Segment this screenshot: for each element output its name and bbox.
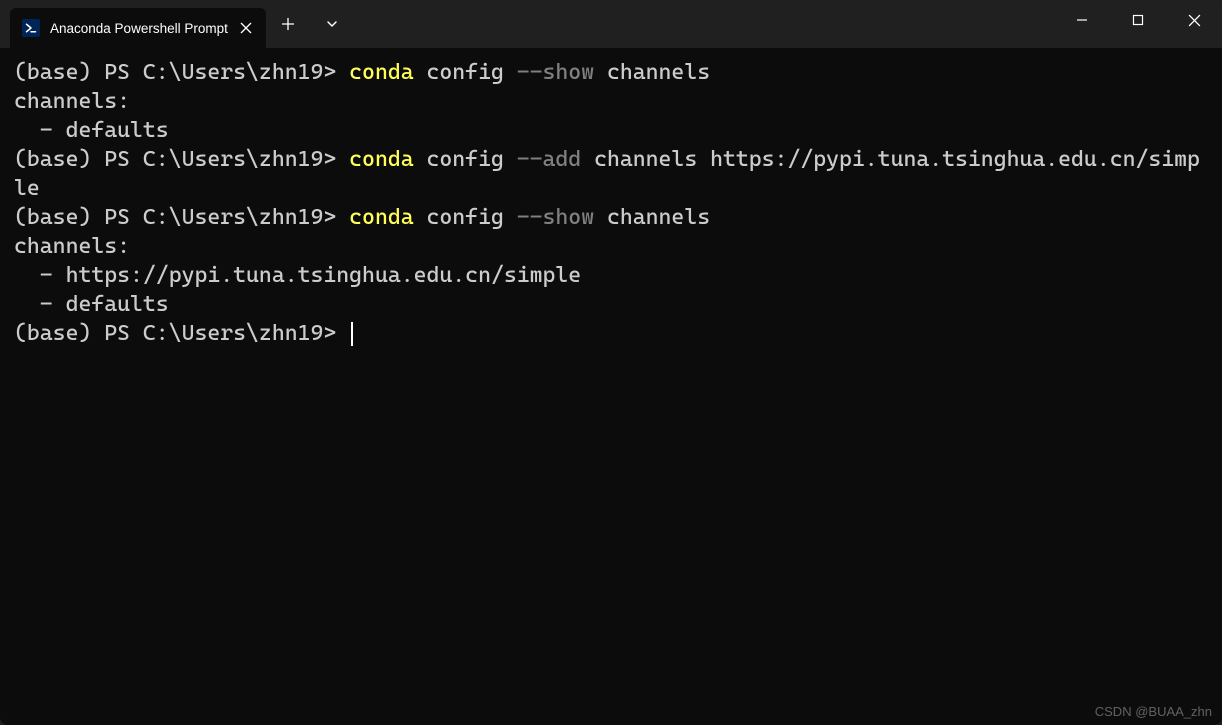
close-window-button[interactable] (1166, 0, 1222, 40)
tab-strip: Anaconda Powershell Prompt (0, 0, 266, 48)
terminal-line: (base) PS C:\Users\zhn19> conda config -… (14, 203, 1208, 232)
prompt: (base) PS C:\Users\zhn19> (14, 205, 349, 230)
titlebar: Anaconda Powershell Prompt (0, 0, 1222, 48)
command-token: conda (349, 147, 413, 172)
prompt: (base) PS C:\Users\zhn19> (14, 321, 349, 346)
command-token (414, 205, 427, 230)
command-token (504, 205, 517, 230)
titlebar-drag-region[interactable] (354, 0, 1054, 48)
new-tab-button[interactable] (266, 0, 310, 48)
command-token: channels (607, 205, 710, 230)
window-controls (1054, 0, 1222, 48)
prompt: (base) PS C:\Users\zhn19> (14, 147, 349, 172)
command-token: config (427, 147, 504, 172)
tab-active[interactable]: Anaconda Powershell Prompt (10, 8, 266, 48)
command-token: --show (517, 60, 594, 85)
command-token: --add (517, 147, 581, 172)
command-token: config (427, 205, 504, 230)
close-tab-button[interactable] (238, 20, 254, 36)
terminal-window: Anaconda Powershell Prompt (base) P (0, 0, 1222, 725)
cursor (351, 322, 353, 346)
command-token (504, 60, 517, 85)
command-token: conda (349, 60, 413, 85)
command-token (594, 60, 607, 85)
terminal-line: (base) PS C:\Users\zhn19> conda config -… (14, 58, 1208, 87)
terminal-line: channels: (14, 87, 1208, 116)
command-token: conda (349, 205, 413, 230)
terminal-line: (base) PS C:\Users\zhn19> (14, 319, 1208, 348)
terminal-line: channels: (14, 232, 1208, 261)
terminal-line: (base) PS C:\Users\zhn19> conda config -… (14, 145, 1208, 203)
command-token (414, 60, 427, 85)
tab-dropdown-button[interactable] (310, 0, 354, 48)
minimize-button[interactable] (1054, 0, 1110, 40)
command-token (414, 147, 427, 172)
tab-title: Anaconda Powershell Prompt (50, 21, 228, 36)
terminal-line: - https://pypi.tuna.tsinghua.edu.cn/simp… (14, 261, 1208, 290)
command-token: --show (517, 205, 594, 230)
powershell-icon (22, 19, 40, 37)
maximize-button[interactable] (1110, 0, 1166, 40)
terminal-line: - defaults (14, 290, 1208, 319)
command-token (504, 147, 517, 172)
command-token: config (427, 60, 504, 85)
command-token (581, 147, 594, 172)
command-token: channels (594, 147, 697, 172)
terminal-output[interactable]: (base) PS C:\Users\zhn19> conda config -… (0, 48, 1222, 725)
terminal-line: - defaults (14, 116, 1208, 145)
watermark: CSDN @BUAA_zhn (1095, 704, 1212, 719)
prompt: (base) PS C:\Users\zhn19> (14, 60, 349, 85)
command-token: channels (607, 60, 710, 85)
command-token (594, 205, 607, 230)
command-token (697, 147, 710, 172)
